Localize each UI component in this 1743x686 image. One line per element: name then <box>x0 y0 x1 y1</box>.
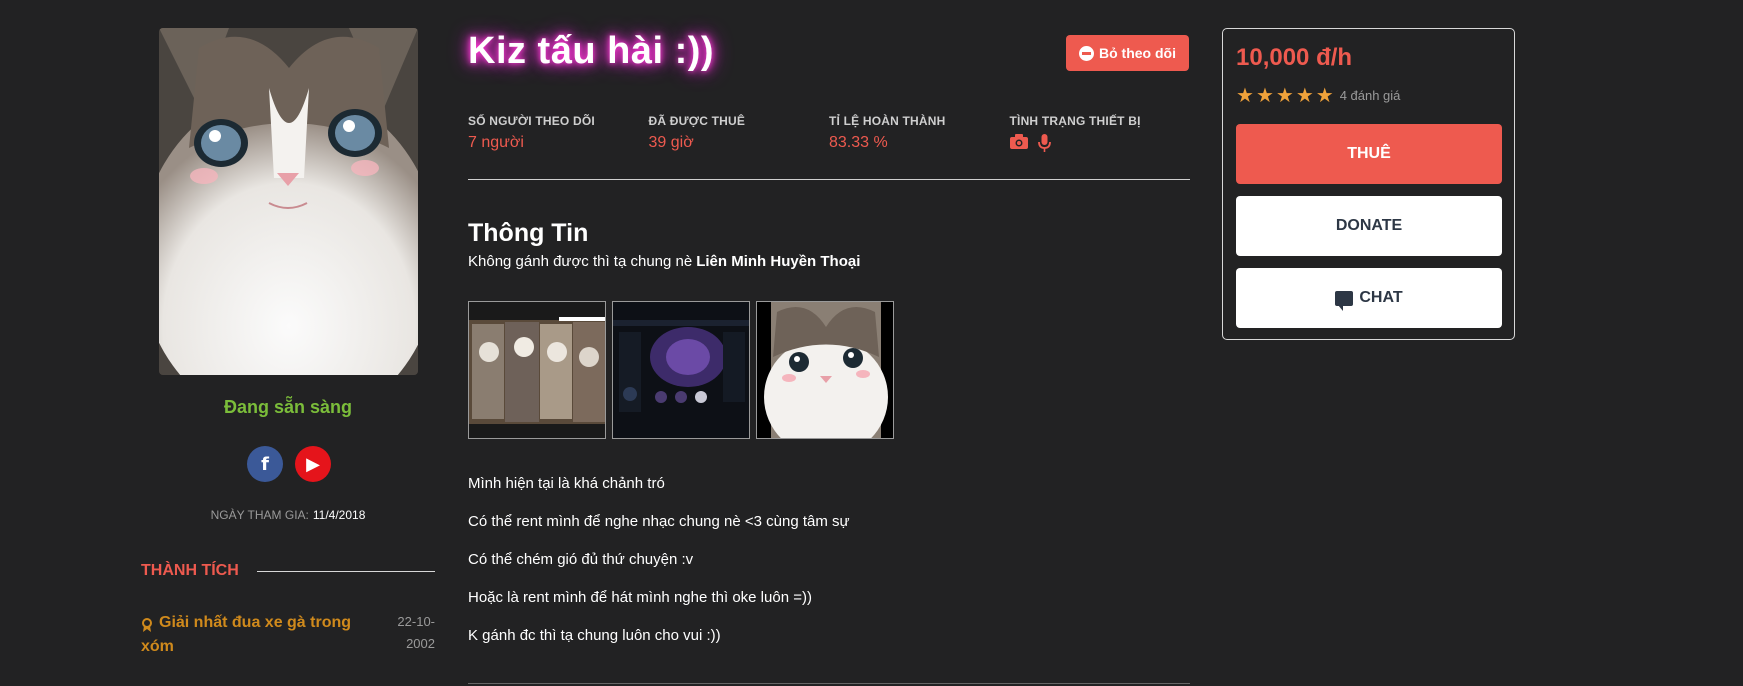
minus-circle-icon <box>1079 45 1094 61</box>
youtube-icon[interactable]: ▶ <box>295 446 331 482</box>
gallery-thumbnail[interactable] <box>756 301 894 439</box>
bio-line: Mình hiện tại là khá chảnh tró <box>468 475 665 492</box>
stat-value: 7 người <box>468 134 524 151</box>
star-icon: ★ <box>1315 83 1334 107</box>
info-game: Liên Minh Huyền Thoại <box>696 253 861 270</box>
star-icon: ★ <box>1236 83 1254 107</box>
avatar <box>159 28 418 375</box>
achievement-name-text: Giải nhất đua xe gà trong xóm <box>141 614 352 655</box>
bio-divider <box>468 683 1190 684</box>
bio-line: Có thể rent mình để nghe nhạc chung nè <… <box>468 513 850 530</box>
microphone-icon <box>1037 134 1051 157</box>
medal-icon <box>141 616 153 632</box>
rent-button[interactable]: THUÊ <box>1236 124 1502 184</box>
star-icon: ★ <box>1275 83 1294 107</box>
join-date-label: NGÀY THAM GIA: <box>210 508 309 522</box>
join-date-value: 11/4/2018 <box>312 508 366 522</box>
player-name: Kiz tấu hài :)) <box>468 30 715 72</box>
info-subtitle: Không gánh được thì tạ chung nè Liên Minh… <box>468 253 860 270</box>
achievement-item: Giải nhất đua xe gà trong xóm 22-10-2002 <box>141 611 435 659</box>
achievement-name: Giải nhất đua xe gà trong xóm <box>141 611 361 659</box>
achievement-date: 22-10-2002 <box>397 614 435 651</box>
stat-label: SỐ NGƯỜI THEO DÕI <box>468 114 595 128</box>
rent-card: 10,000 đ/h ★ ★ ★ ★ ★ 4 đánh giá THUÊ DON… <box>1222 28 1515 340</box>
stat-label: ĐÃ ĐƯỢC THUÊ <box>648 114 746 128</box>
gallery-thumbnail[interactable] <box>612 301 750 439</box>
stat-device-status: TÌNH TRẠNG THIẾT BỊ <box>1009 114 1191 157</box>
rating-count: 4 đánh giá <box>1339 87 1401 103</box>
social-links: f ▶ <box>247 446 331 482</box>
rating: ★ ★ ★ ★ ★ 4 đánh giá <box>1236 85 1400 105</box>
donate-label: DONATE <box>1335 217 1403 234</box>
bio-line: Hoặc là rent mình để hát mình nghe thì o… <box>468 589 812 606</box>
achievements-divider <box>256 570 435 572</box>
achievements-header: THÀNH TÍCH <box>141 562 435 580</box>
chat-button[interactable]: CHAT <box>1236 268 1502 328</box>
bio: Mình hiện tại là khá chảnh tró Có thể re… <box>468 474 850 664</box>
stats-row: SỐ NGƯỜI THEO DÕI 7 người ĐÃ ĐƯỢC THUÊ 3… <box>468 114 1190 157</box>
unfollow-button[interactable]: Bỏ theo dõi <box>1066 35 1189 71</box>
stat-completion-rate: TỈ LỆ HOÀN THÀNH 83.33 % <box>829 114 1010 157</box>
availability-status: Đang sẵn sàng <box>223 397 353 417</box>
star-icon: ★ <box>1255 83 1274 107</box>
star-icon: ★ <box>1295 83 1314 107</box>
stats-divider <box>468 179 1190 180</box>
rent-label: THUÊ <box>1347 145 1391 162</box>
achievements-title: THÀNH TÍCH <box>141 562 239 579</box>
chat-label: CHAT <box>1359 289 1403 306</box>
photo-gallery <box>468 301 894 439</box>
gallery-thumbnail[interactable] <box>468 301 606 439</box>
join-date: NGÀY THAM GIA: 11/4/2018 <box>141 508 435 522</box>
camera-icon <box>1009 134 1028 157</box>
facebook-icon[interactable]: f <box>247 446 283 482</box>
stat-followers: SỐ NGƯỜI THEO DÕI 7 người <box>468 114 649 157</box>
info-subtitle-text: Không gánh được thì tạ chung nè <box>468 253 693 270</box>
stat-hours-rented: ĐÃ ĐƯỢC THUÊ 39 giờ <box>649 114 830 157</box>
stat-value: 39 giờ <box>648 134 694 151</box>
info-title: Thông Tin <box>468 219 589 247</box>
donate-button[interactable]: DONATE <box>1236 196 1502 256</box>
bio-line: Có thể chém gió đủ thứ chuyện :v <box>468 551 694 568</box>
chat-icon <box>1335 290 1354 311</box>
price: 10,000 đ/h <box>1236 44 1353 71</box>
stat-label: TỈ LỆ HOÀN THÀNH <box>829 114 946 128</box>
stat-value: 83.33 % <box>829 134 888 151</box>
bio-line: K gánh đc thì tạ chung luôn cho vui :)) <box>468 627 721 644</box>
unfollow-label: Bỏ theo dõi <box>1099 45 1176 61</box>
stat-label: TÌNH TRẠNG THIẾT BỊ <box>1009 114 1141 128</box>
